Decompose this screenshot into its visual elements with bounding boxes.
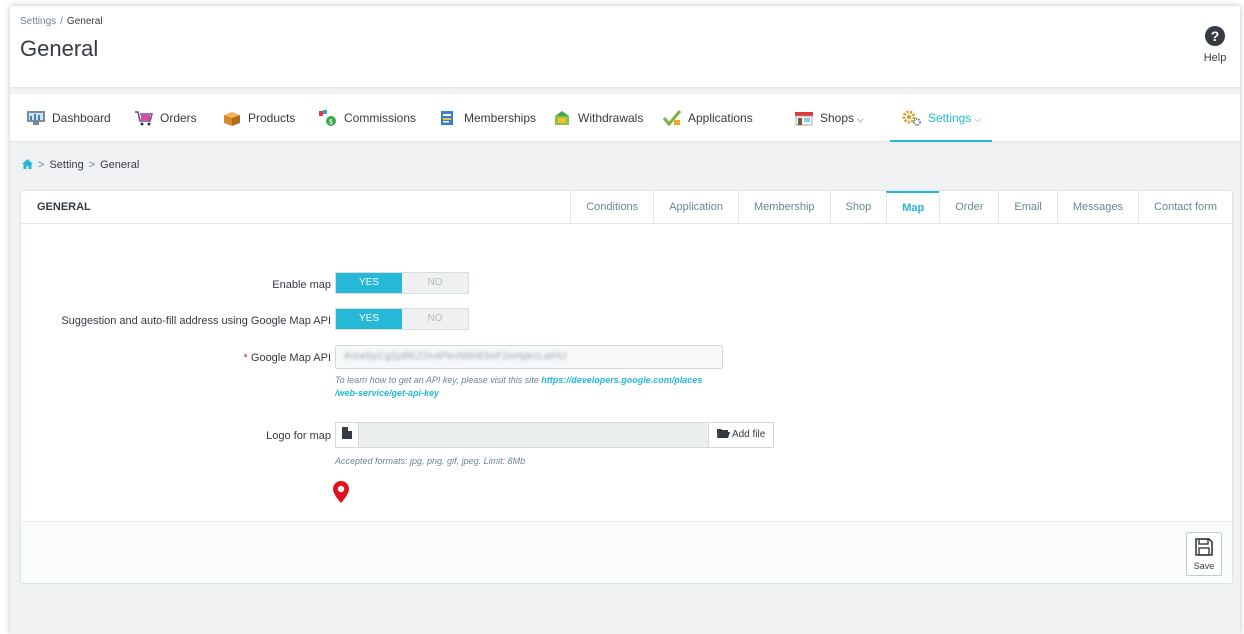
tab-map[interactable]: Map [886,191,940,224]
cart-icon [135,111,154,126]
logo-for-map-label: Logo for map [266,430,331,442]
breadcrumb-item-setting[interactable]: Setting [49,159,83,171]
nav-label: Memberships [464,111,537,125]
enable-map-yes[interactable]: YES [336,273,402,293]
settings-panel: GENERAL Conditions Application Membershi… [20,190,1233,584]
nav-item-dashboard[interactable]: Dashboard [26,94,111,142]
shop-icon [795,111,813,126]
file-icon [335,422,359,448]
api-key-link-cont[interactable]: /web-service/get-api-key [335,388,439,398]
nav-item-memberships[interactable]: Memberships [438,94,536,142]
nav-item-applications[interactable]: Applications [662,94,753,142]
tab-email[interactable]: Email [998,191,1057,224]
breadcrumb-parent[interactable]: Settings [20,16,56,27]
breadcrumb-current: General [66,16,103,27]
money-bag-icon: $ [319,109,336,126]
save-button[interactable]: Save [1186,532,1222,576]
panel-title: GENERAL [37,201,91,213]
nav-item-settings[interactable]: Settings ⌵ [890,94,992,142]
page-header: Settings / General General ? Help [10,6,1240,88]
top-navigation: Dashboard Orders Products $ Commissions M… [10,94,1240,142]
formats-hint: Accepted formats: jpg, png, gif, jpeg. L… [335,456,526,466]
tab-conditions[interactable]: Conditions [570,191,653,224]
nav-item-orders[interactable]: Orders [134,94,197,142]
nav-item-commissions[interactable]: $ Commissions [318,94,416,142]
enable-map-switch[interactable]: YES NO [335,272,469,294]
app-window: Settings / General General ? Help Dashboar… [10,6,1240,634]
nav-item-withdrawals[interactable]: Withdrawals [552,94,643,142]
page-title: General [20,36,99,61]
nav-label: Products [248,111,296,125]
nav-label: Settings [928,111,972,125]
home-icon[interactable] [22,159,33,169]
nav-label: Commissions [344,111,417,125]
tab-application[interactable]: Application [653,191,738,224]
suggestion-label: Suggestion and auto-fill address using G… [61,315,331,327]
nav-label: Applications [688,111,753,125]
panel-header: GENERAL Conditions Application Membershi… [21,191,1232,224]
wallet-icon [555,110,569,125]
top-breadcrumb: Settings / General [20,16,103,27]
tab-order[interactable]: Order [939,191,998,224]
nav-item-shops[interactable]: Shops ⌵ [794,94,864,142]
api-key-value: AIzaSyCg2pBEZ2n4PknN6hEbxF2oHpkcLwHU [344,351,567,362]
nav-item-products[interactable]: Products [222,94,295,142]
svg-text:$: $ [329,118,333,126]
folder-open-icon [716,429,730,438]
help-label: Help [1203,52,1227,64]
chevron-down-icon: ⌵ [857,114,864,124]
breadcrumb-separator: > [88,159,96,171]
enable-map-no[interactable]: NO [402,273,468,293]
nav-label: Dashboard [52,111,111,125]
tab-messages[interactable]: Messages [1056,191,1138,224]
suggestion-no[interactable]: NO [402,309,468,329]
api-key-link[interactable]: https://developers.google.com/places [541,375,702,385]
nav-label: Orders [160,111,197,125]
settings-tabs: Conditions Application Membership Shop M… [570,191,1232,224]
google-map-api-label: * Google Map API [243,352,331,364]
breadcrumb-separator: / [60,16,63,27]
google-map-api-input[interactable]: AIzaSyCg2pBEZ2n4PknN6hEbxF2oHpkcLwHU [335,345,723,369]
save-icon [1195,538,1213,556]
gears-icon [902,110,921,126]
add-file-button[interactable]: Add file [708,422,774,448]
nav-label: Shops [820,111,855,125]
suggestion-switch[interactable]: YES NO [335,308,469,330]
membership-icon [441,110,453,125]
enable-map-label: Enable map [272,279,331,291]
tab-contact-form[interactable]: Contact form [1138,191,1232,224]
nav-label: Withdrawals [578,111,644,125]
box-icon [224,111,240,126]
breadcrumb-item-general: General [100,159,140,171]
map-pin-icon [333,481,349,503]
file-name-field[interactable] [359,422,708,448]
help-icon: ? [1205,26,1225,46]
logo-file-input: Add file [335,422,774,448]
breadcrumb-separator: > [38,159,45,171]
panel-footer: Save [21,521,1232,583]
breadcrumb: > Setting > General [22,159,139,171]
api-hint: To learn how to get an API key, please v… [335,375,703,398]
help-button[interactable]: ? Help [1200,26,1230,64]
tab-shop[interactable]: Shop [829,191,887,224]
dashboard-icon [27,110,45,125]
suggestion-yes[interactable]: YES [336,309,402,329]
checkmark-icon [662,109,682,126]
tab-membership[interactable]: Membership [738,191,830,224]
chevron-down-icon: ⌵ [974,114,982,124]
required-marker: * [243,352,248,364]
